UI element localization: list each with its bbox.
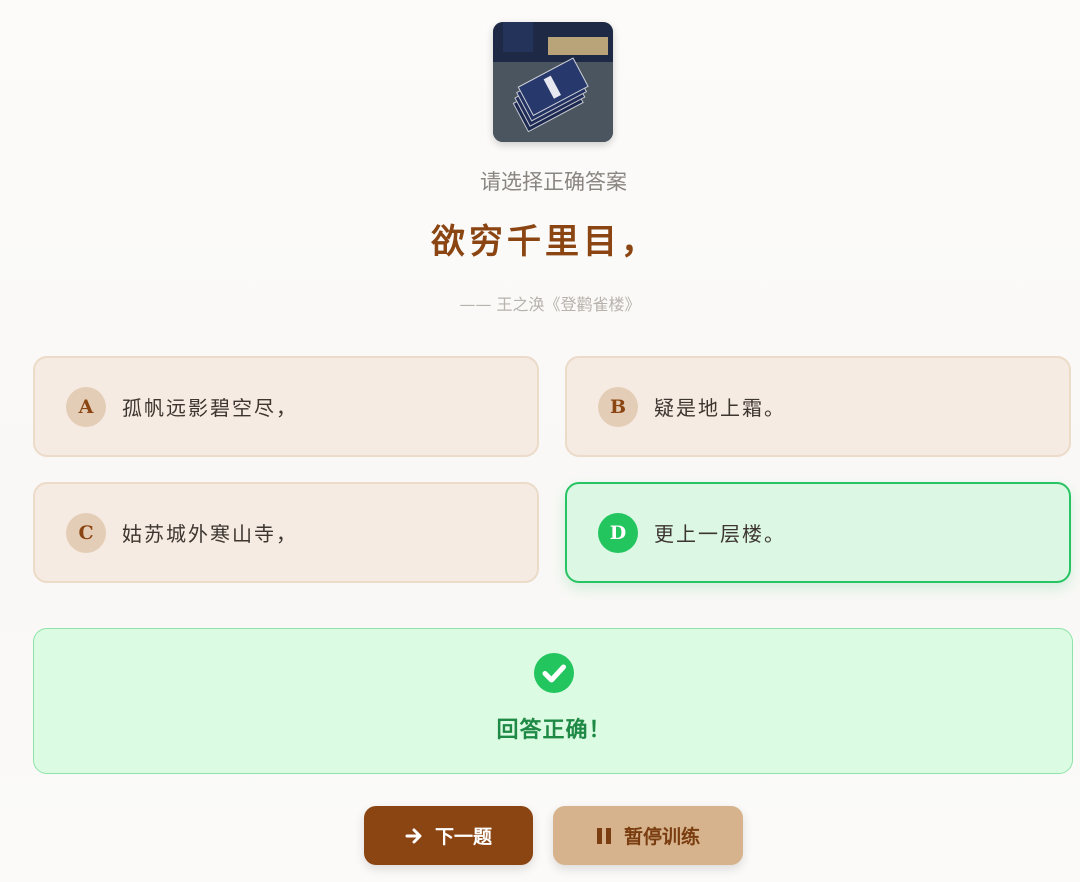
option-text: 疑是地上霜。 — [654, 396, 786, 420]
option-letter: A — [66, 386, 106, 427]
pause-icon — [596, 827, 612, 845]
feedback-panel: 回答正确！ — [33, 628, 1073, 774]
pause-training-button[interactable]: 暂停训练 — [553, 806, 743, 865]
question-text: 欲穷千里目， — [431, 222, 659, 262]
option-b[interactable]: B 疑是地上霜。 — [565, 356, 1071, 457]
option-letter: B — [598, 386, 638, 427]
quiz-page: 请选择正确答案 欲穷千里目， —— 王之涣《登鹳雀楼》 A 孤帆远影碧空尽， B… — [0, 0, 1080, 882]
next-question-label: 下一题 — [434, 826, 492, 848]
arrow-right-icon — [405, 827, 423, 845]
option-text: 更上一层楼。 — [654, 522, 786, 546]
option-a[interactable]: A 孤帆远影碧空尽， — [33, 356, 539, 457]
next-question-button[interactable]: 下一题 — [364, 806, 533, 865]
option-letter: C — [66, 512, 106, 553]
book-image — [493, 22, 613, 142]
option-c[interactable]: C 姑苏城外寒山寺， — [33, 482, 539, 583]
prompt-text: 请选择正确答案 — [480, 170, 627, 194]
pause-training-label: 暂停训练 — [623, 826, 700, 848]
option-text: 孤帆远影碧空尽， — [122, 396, 298, 420]
poem-source: —— 王之涣《登鹳雀楼》 — [459, 295, 641, 314]
feedback-message: 回答正确！ — [496, 717, 612, 743]
option-text: 姑苏城外寒山寺， — [122, 522, 298, 546]
option-d[interactable]: D 更上一层楼。 — [565, 482, 1071, 583]
option-letter: D — [598, 512, 638, 553]
check-circle-icon — [534, 653, 574, 693]
